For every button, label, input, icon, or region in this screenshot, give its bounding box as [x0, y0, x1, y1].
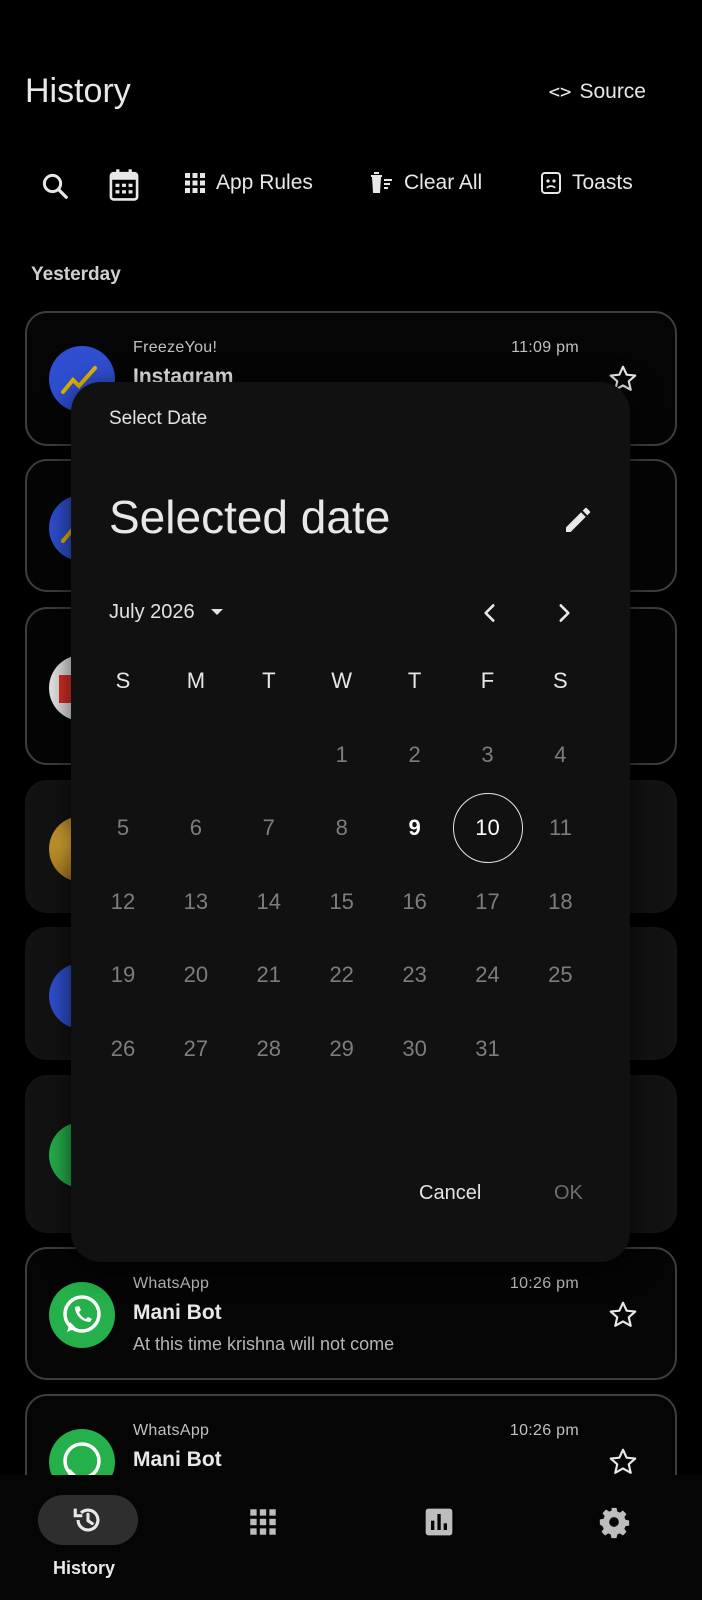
- code-icon: <>: [548, 81, 572, 103]
- weekday-header: F: [480, 668, 495, 693]
- app-name: FreezeYou!: [133, 339, 218, 356]
- calendar-day[interactable]: 31: [453, 1014, 523, 1084]
- nav-label-history: History: [53, 1558, 116, 1578]
- calendar-day[interactable]: 28: [234, 1014, 304, 1084]
- calendar-day[interactable]: 12: [88, 867, 158, 937]
- weekday-header: S: [115, 668, 131, 693]
- search-button[interactable]: [40, 171, 70, 201]
- calendar-day[interactable]: 3: [453, 720, 523, 790]
- ok-button[interactable]: OK: [554, 1182, 583, 1205]
- weekday-header: T: [262, 668, 276, 693]
- notification-time: 11:09 pm: [511, 339, 579, 356]
- selected-day[interactable]: 10: [452, 793, 523, 863]
- notification-title: Mani Bot: [133, 1448, 222, 1471]
- dropdown-arrow-icon: [210, 609, 223, 615]
- search-icon: [42, 173, 68, 199]
- notification-time: 10:26 pm: [509, 1422, 579, 1439]
- calendar-day[interactable]: 26: [88, 1014, 158, 1084]
- calendar-day[interactable]: 19: [88, 940, 158, 1010]
- calendar-day[interactable]: 13: [161, 867, 231, 937]
- dialog-label: Select Date: [109, 408, 208, 429]
- calendar-day[interactable]: 16: [380, 867, 450, 937]
- month-year-label: July 2026: [109, 600, 195, 623]
- calendar-day[interactable]: 29: [307, 1014, 377, 1084]
- calendar-day[interactable]: 20: [161, 940, 231, 1010]
- app-rules-label: App Rules: [216, 171, 313, 194]
- bottom-navigation: History: [0, 1475, 702, 1600]
- notification-title: Mani Bot: [133, 1301, 222, 1324]
- notification-body: At this time krishna will not come: [133, 1334, 395, 1354]
- calendar-day[interactable]: 25: [525, 940, 595, 1010]
- clear-all-button[interactable]: Clear All: [368, 171, 482, 195]
- settings-icon[interactable]: [597, 1505, 631, 1539]
- calendar-day[interactable]: 17: [453, 867, 523, 937]
- selected-date-headline: Selected date: [109, 491, 391, 543]
- app-rules-button[interactable]: App Rules: [184, 171, 313, 195]
- clear-all-label: Clear All: [404, 171, 483, 194]
- cancel-button[interactable]: Cancel: [419, 1182, 481, 1205]
- date-picker-dialog: Select Date Selected date July 2026 S M T W…: [71, 382, 630, 1262]
- calendar-day[interactable]: 5: [88, 793, 158, 863]
- apps-icon[interactable]: [249, 1508, 277, 1536]
- previous-month-icon[interactable]: [477, 600, 503, 626]
- calendar-button[interactable]: [108, 168, 140, 202]
- star-icon[interactable]: [607, 1299, 639, 1331]
- toolbar: App Rules Clear All Toasts: [0, 165, 702, 211]
- toasts-label: Toasts: [572, 171, 633, 194]
- calendar-day[interactable]: 7: [234, 793, 304, 863]
- calendar-day[interactable]: 11: [525, 793, 595, 863]
- calendar-day[interactable]: 6: [161, 793, 231, 863]
- calendar-day[interactable]: 30: [380, 1014, 450, 1084]
- source-label: Source: [579, 80, 646, 103]
- weekday-header: T: [407, 668, 422, 693]
- app-header: History <> Source: [0, 0, 702, 140]
- calendar-day[interactable]: 23: [380, 940, 450, 1010]
- stats-icon[interactable]: [423, 1506, 455, 1538]
- calendar-day[interactable]: 14: [234, 867, 304, 937]
- source-button[interactable]: <> Source: [549, 80, 646, 104]
- next-month-icon[interactable]: [551, 600, 577, 626]
- section-label: Yesterday: [31, 264, 121, 285]
- notification-card[interactable]: WhatsApp 10:26 pm Mani Bot At this time …: [25, 1247, 677, 1380]
- calendar-day[interactable]: 27: [161, 1014, 231, 1084]
- app-name: WhatsApp: [133, 1275, 210, 1292]
- calendar-day[interactable]: 2: [380, 720, 450, 790]
- toast-icon: [541, 172, 561, 194]
- toasts-button[interactable]: Toasts: [540, 171, 633, 195]
- edit-icon[interactable]: [562, 504, 594, 536]
- calendar-day[interactable]: 18: [525, 867, 595, 937]
- calendar-day[interactable]: 4: [525, 720, 595, 790]
- whatsapp-icon: [49, 1282, 115, 1348]
- apps-grid-icon: [185, 173, 205, 193]
- clear-all-icon: [371, 172, 392, 193]
- notification-time: 10:26 pm: [509, 1275, 579, 1292]
- weekday-header: M: [186, 668, 206, 693]
- calendar-day[interactable]: 22: [307, 940, 377, 1010]
- app-name: WhatsApp: [133, 1422, 210, 1439]
- calendar-day[interactable]: 1: [307, 720, 377, 790]
- star-icon[interactable]: [607, 1446, 639, 1478]
- calendar-day[interactable]: 15: [307, 867, 377, 937]
- weekday-header: S: [553, 668, 568, 693]
- page-title: History: [25, 72, 131, 110]
- history-icon: [73, 1508, 100, 1532]
- calendar-icon: [109, 169, 139, 201]
- weekday-header: W: [331, 668, 353, 693]
- calendar-day[interactable]: 21: [234, 940, 304, 1010]
- month-year-selector[interactable]: July 2026: [109, 600, 229, 624]
- calendar-day[interactable]: 8: [307, 793, 377, 863]
- calendar-day[interactable]: 24: [453, 940, 523, 1010]
- calendar-day[interactable]: 9: [380, 793, 450, 863]
